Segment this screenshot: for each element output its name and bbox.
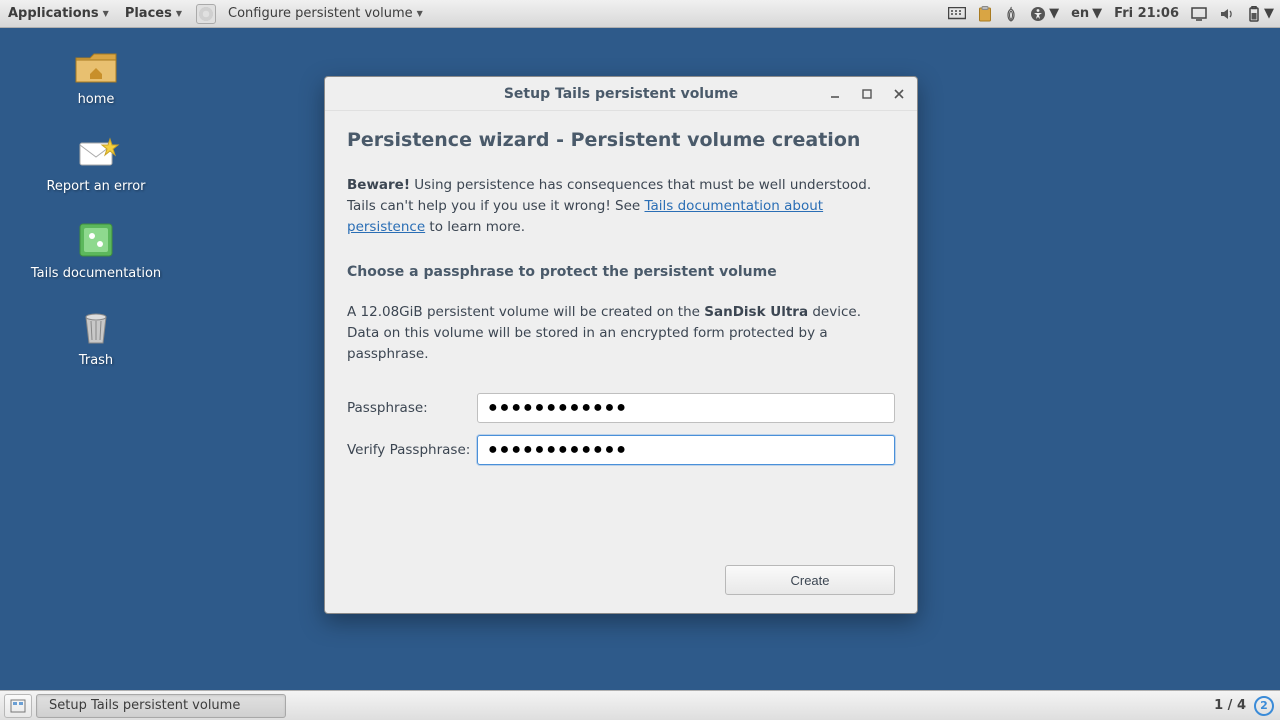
desktop-icon-label: Tails documentation — [31, 266, 161, 281]
passphrase-form: Passphrase: Verify Passphrase: — [347, 393, 895, 477]
button-row: Create — [347, 555, 895, 595]
window-body: Persistence wizard - Persistent volume c… — [325, 111, 917, 613]
trash-icon — [72, 307, 120, 347]
verify-passphrase-label: Verify Passphrase: — [347, 442, 477, 458]
beware-text-2: to learn more. — [425, 219, 525, 235]
desktop-icons: home Report an error Tails documentation… — [16, 46, 176, 394]
passphrase-input[interactable] — [477, 393, 895, 423]
verify-passphrase-row: Verify Passphrase: — [347, 435, 895, 465]
chevron-down-icon: ▼ — [417, 9, 423, 18]
volume-icon[interactable] — [1213, 0, 1241, 27]
device-name: SanDisk Ultra — [704, 304, 808, 320]
envelope-star-icon — [72, 133, 120, 173]
language-indicator[interactable]: en ▼ — [1065, 0, 1108, 27]
window-controls — [815, 77, 911, 110]
taskbar-entry[interactable]: Setup Tails persistent volume — [36, 694, 286, 718]
folder-home-icon — [72, 46, 120, 86]
chevron-down-icon: ▼ — [103, 9, 109, 18]
beware-paragraph: Beware! Using persistence has consequenc… — [347, 175, 895, 238]
passphrase-row: Passphrase: — [347, 393, 895, 423]
applications-label: Applications — [8, 6, 99, 21]
desktop-icon-label: Trash — [79, 353, 113, 368]
clock[interactable]: Fri 21:06 — [1108, 0, 1185, 27]
minimize-button[interactable] — [823, 82, 847, 106]
chevron-down-icon: ▼ — [176, 9, 182, 18]
active-app-icon — [196, 4, 216, 24]
book-icon — [72, 220, 120, 260]
tor-onion-icon[interactable] — [998, 0, 1024, 27]
clipboard-icon[interactable] — [972, 0, 998, 27]
places-label: Places — [125, 6, 172, 21]
bottom-panel: Setup Tails persistent volume 1 / 4 2 — [0, 690, 1280, 720]
close-button[interactable] — [887, 82, 911, 106]
choose-heading: Choose a passphrase to protect the persi… — [347, 264, 895, 280]
persistence-wizard-window: Setup Tails persistent volume Persistenc… — [324, 76, 918, 614]
chevron-down-icon: ▼ — [1049, 6, 1059, 21]
window-title: Setup Tails persistent volume — [504, 86, 738, 102]
active-app-label: Configure persistent volume — [228, 6, 413, 21]
language-label: en — [1071, 6, 1089, 21]
passphrase-label: Passphrase: — [347, 400, 477, 416]
accessibility-menu[interactable]: ▼ — [1024, 0, 1065, 27]
keyboard-indicator[interactable] — [942, 0, 972, 27]
create-button[interactable]: Create — [725, 565, 895, 595]
info-text-1: A 12.08GiB persistent volume will be cre… — [347, 304, 704, 320]
window-titlebar[interactable]: Setup Tails persistent volume — [325, 77, 917, 111]
chevron-down-icon: ▼ — [1264, 6, 1274, 21]
battery-menu[interactable]: ▼ — [1241, 0, 1280, 27]
applications-menu[interactable]: Applications ▼ — [0, 0, 117, 27]
clock-label: Fri 21:06 — [1114, 6, 1179, 21]
workspace-indicator[interactable]: 1 / 4 — [1206, 698, 1254, 713]
top-panel: Applications ▼ Places ▼ Configure persis… — [0, 0, 1280, 28]
verify-passphrase-input[interactable] — [477, 435, 895, 465]
places-menu[interactable]: Places ▼ — [117, 0, 190, 27]
wizard-heading: Persistence wizard - Persistent volume c… — [347, 129, 895, 151]
desktop-icon-report-error[interactable]: Report an error — [16, 133, 176, 194]
desktop-icon-home[interactable]: home — [16, 46, 176, 107]
system-tray: ▼ en ▼ Fri 21:06 ▼ — [942, 0, 1280, 27]
taskbar-entry-label: Setup Tails persistent volume — [49, 698, 240, 713]
volume-info: A 12.08GiB persistent volume will be cre… — [347, 302, 895, 365]
maximize-button[interactable] — [855, 82, 879, 106]
show-desktop-button[interactable] — [4, 694, 32, 718]
desktop-icon-label: Report an error — [46, 179, 145, 194]
desktop-icon-trash[interactable]: Trash — [16, 307, 176, 368]
desktop-icon-label: home — [78, 92, 115, 107]
display-icon[interactable] — [1185, 0, 1213, 27]
beware-strong: Beware! — [347, 177, 410, 193]
chevron-down-icon: ▼ — [1092, 6, 1102, 21]
desktop-icon-tails-docs[interactable]: Tails documentation — [16, 220, 176, 281]
workspace-badge[interactable]: 2 — [1254, 696, 1274, 716]
active-app-menu[interactable]: Configure persistent volume ▼ — [220, 0, 431, 27]
